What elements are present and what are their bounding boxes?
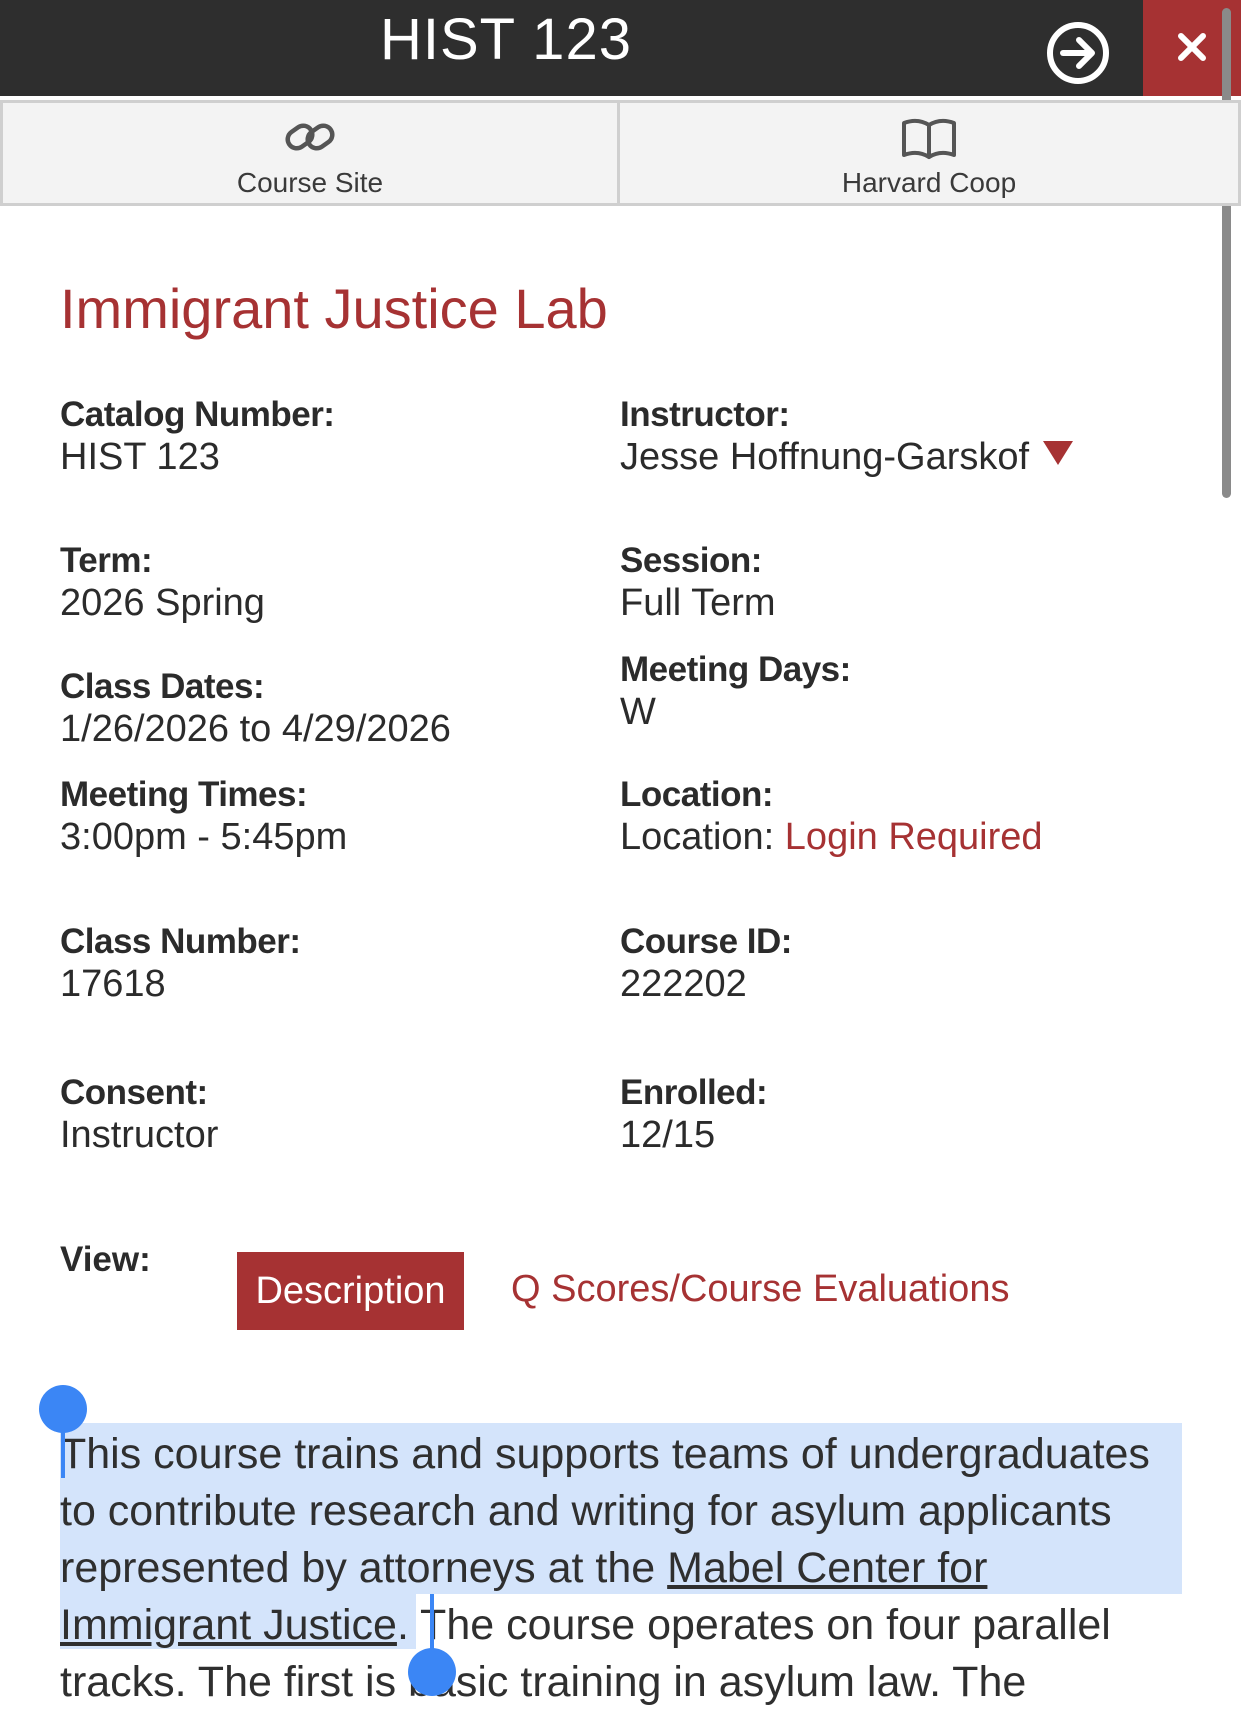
arrow-right-circle-icon[interactable]	[1045, 20, 1111, 86]
tab-harvard-coop[interactable]: Harvard Coop	[620, 100, 1241, 206]
field-label: Instructor:	[620, 395, 790, 434]
book-icon	[900, 115, 958, 166]
login-required-link[interactable]: Login Required	[785, 816, 1043, 858]
field-value: 17618	[60, 963, 166, 1005]
tab-label: Harvard Coop	[841, 167, 1017, 198]
location-field: Location: Location: Login Required	[620, 775, 1043, 859]
instructor-field: Instructor: Jesse Hoffnung-Garskof	[620, 395, 1074, 479]
header-title: HIST 123	[380, 7, 632, 72]
location-prefix: Location:	[620, 816, 775, 858]
q-scores-link[interactable]: Q Scores/Course Evaluations	[511, 1268, 1009, 1311]
field-label: Session:	[620, 541, 762, 580]
description-line: represented by attorneys at the Mabel Ce…	[60, 1542, 987, 1594]
mabel-center-link[interactable]: Mabel Center for	[667, 1544, 987, 1592]
description-line: This course trains and supports teams of…	[60, 1430, 1150, 1478]
session-field: Session: Full Term	[620, 541, 776, 625]
field-label: Term:	[60, 541, 153, 580]
tab-course-site[interactable]: Course Site	[0, 100, 620, 206]
course-title: Immigrant Justice Lab	[60, 277, 608, 340]
field-value: W	[620, 691, 656, 733]
field-label: Meeting Times:	[60, 775, 308, 814]
field-value: 3:00pm - 5:45pm	[60, 816, 348, 858]
meeting-days-field: Meeting Days: W	[620, 650, 851, 734]
mabel-center-link-cont[interactable]: Immigrant Justice	[60, 1601, 397, 1649]
view-label: View:	[60, 1240, 151, 1279]
field-label: Class Dates:	[60, 667, 265, 706]
catalog-number-field: Catalog Number: HIST 123	[60, 395, 335, 479]
field-label: Catalog Number:	[60, 395, 335, 434]
selection-end-caret	[430, 1594, 434, 1654]
consent-field: Consent: Instructor	[60, 1073, 218, 1157]
quick-links-tabs: Course Site Harvard Coop	[0, 96, 1241, 210]
class-dates-field: Class Dates: 1/26/2026 to 4/29/2026	[60, 667, 451, 751]
field-value: 1/26/2026 to 4/29/2026	[60, 708, 451, 750]
header-bar: HIST 123	[0, 0, 1241, 96]
field-value: 2026 Spring	[60, 582, 265, 624]
class-number-field: Class Number: 17618	[60, 922, 301, 1006]
caret-down-icon[interactable]	[1043, 441, 1074, 465]
selection-start-caret	[61, 1428, 65, 1478]
field-value: 12/15	[620, 1114, 716, 1156]
link-icon	[283, 115, 337, 166]
field-value: 222202	[620, 963, 747, 1005]
instructor-link[interactable]: Jesse Hoffnung-Garskof	[620, 436, 1029, 478]
selection-end-handle[interactable]	[408, 1648, 456, 1696]
selection-start-handle[interactable]	[39, 1385, 87, 1433]
field-value: Full Term	[620, 582, 776, 624]
course-id-field: Course ID: 222202	[620, 922, 792, 1006]
description-button[interactable]: Description	[237, 1252, 464, 1330]
meeting-times-field: Meeting Times: 3:00pm - 5:45pm	[60, 775, 347, 859]
field-value: HIST 123	[60, 436, 220, 478]
description-line: Immigrant Justice. The course operates o…	[60, 1599, 1111, 1651]
close-icon	[1178, 33, 1206, 61]
field-label: Consent:	[60, 1073, 208, 1112]
field-label: Class Number:	[60, 922, 301, 961]
field-label: Meeting Days:	[620, 650, 851, 689]
description-line: tracks. The first is basic training in a…	[60, 1658, 1027, 1706]
tab-label: Course Site	[236, 167, 384, 198]
scrollbar[interactable]	[1222, 8, 1231, 498]
description-line: to contribute research and writing for a…	[60, 1487, 1112, 1535]
term-field: Term: 2026 Spring	[60, 541, 265, 625]
field-value: Instructor	[60, 1114, 219, 1156]
enrolled-field: Enrolled: 12/15	[620, 1073, 768, 1157]
description-text: . The course operates on four parallel	[396, 1601, 1111, 1649]
field-label: Location:	[620, 775, 773, 814]
field-label: Enrolled:	[620, 1073, 768, 1112]
field-label: Course ID:	[620, 922, 792, 961]
description-text: represented by attorneys at the	[60, 1544, 668, 1592]
